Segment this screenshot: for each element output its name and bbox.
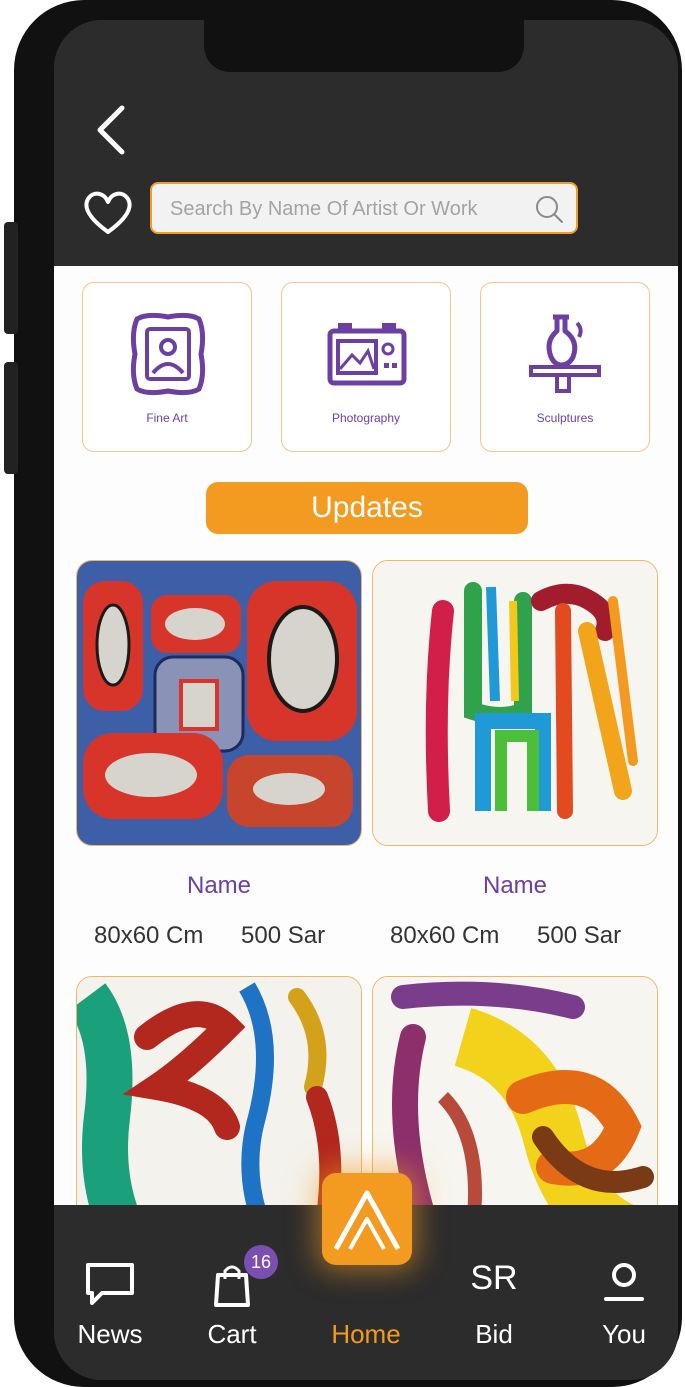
back-arrow-icon[interactable] [92, 104, 132, 156]
phone-frame: Fine Art Photography [4, 0, 682, 1387]
artwork-image [77, 561, 361, 845]
artwork-name: Name [482, 872, 548, 899]
artwork-card[interactable] [372, 560, 658, 846]
artwork-image [373, 561, 657, 845]
heart-icon[interactable] [82, 190, 134, 236]
artwork-name: Name [186, 872, 252, 899]
tab-news[interactable]: News [60, 1205, 160, 1380]
tab-label: Bid [475, 1319, 513, 1349]
search-input[interactable] [168, 184, 532, 234]
cart-count-badge: 16 [244, 1245, 278, 1279]
artwork-size: 80x60 Cm [94, 922, 204, 949]
search-icon[interactable] [534, 194, 564, 224]
main-content: Fine Art Photography Sculptures Updates … [54, 266, 678, 1262]
side-button [4, 222, 18, 334]
category-sculptures[interactable]: Sculptures [480, 282, 650, 452]
category-photography[interactable]: Photography [281, 282, 451, 452]
section-title: Updates [206, 482, 528, 534]
top-bar [54, 20, 678, 266]
logo-icon [333, 1190, 401, 1251]
tab-label: Cart [207, 1319, 257, 1349]
category-label: Photography [331, 411, 401, 425]
search-bar [150, 182, 578, 234]
user-icon [604, 1263, 644, 1301]
tab-label: Home [331, 1319, 401, 1349]
artwork-price: 500 Sar [241, 922, 326, 949]
currency-sr-icon: SR [470, 1259, 518, 1297]
tab-bid[interactable]: SR Bid [444, 1205, 544, 1380]
framed-portrait-icon [130, 312, 206, 396]
screen: Fine Art Photography [54, 20, 678, 1380]
category-fine-art[interactable]: Fine Art [82, 282, 252, 452]
tab-you[interactable]: You [574, 1205, 674, 1380]
vase-icon [529, 314, 601, 393]
notch [204, 20, 524, 72]
category-label: Sculptures [536, 411, 594, 425]
category-label: Fine Art [146, 411, 188, 425]
tab-label: You [602, 1319, 646, 1349]
chat-bubble-icon [86, 1263, 134, 1305]
tab-cart[interactable]: Cart [182, 1205, 282, 1380]
side-button [4, 362, 18, 474]
artwork-size: 80x60 Cm [390, 922, 500, 949]
camera-icon [327, 323, 407, 386]
tab-label: News [77, 1319, 143, 1349]
home-button[interactable] [322, 1173, 412, 1265]
artwork-price: 500 Sar [537, 922, 622, 949]
artwork-card[interactable] [76, 560, 362, 846]
